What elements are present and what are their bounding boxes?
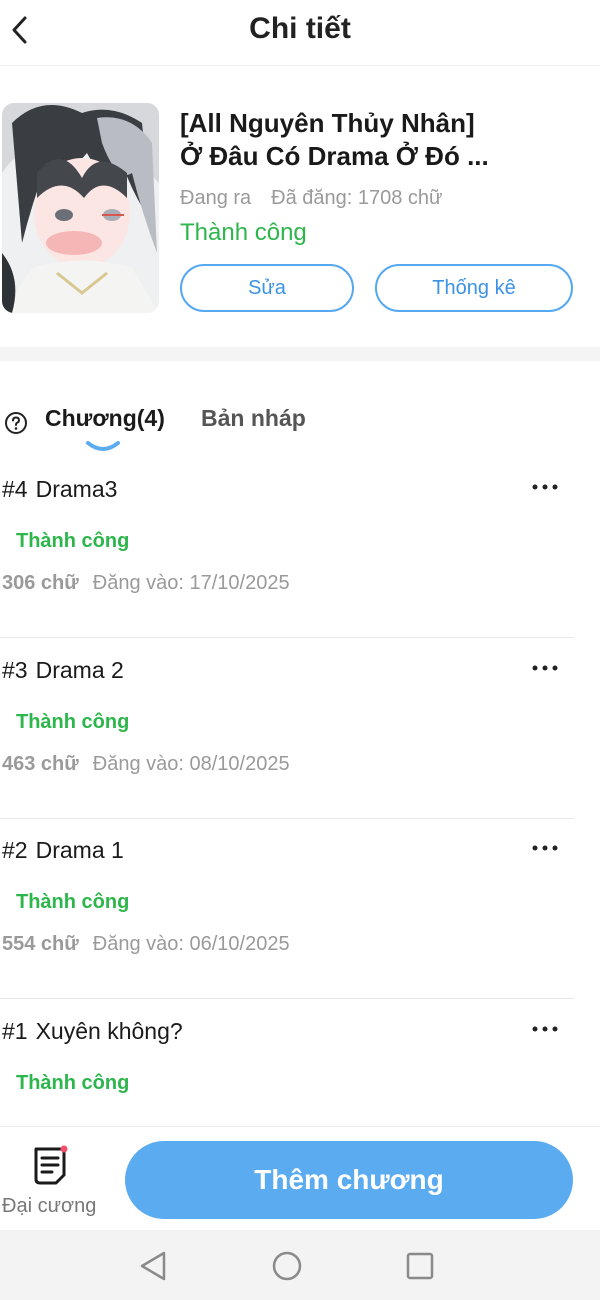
chapter-word-count: 306 chữ (2, 572, 79, 594)
more-options-button[interactable] (530, 833, 560, 863)
chapter-meta: 306 chữ Đăng vào: 17/10/2025 (2, 572, 290, 595)
bottom-action-bar: Đại cương Thêm chương (0, 1126, 600, 1230)
chapter-name: Drama3 (35, 476, 118, 502)
book-title-line1: [All Nguyên Thủy Nhân] (180, 108, 475, 138)
nav-home-icon[interactable] (269, 1248, 305, 1284)
chapter-status: Thành công (16, 891, 130, 913)
section-divider (0, 347, 600, 361)
outline-label: Đại cương (2, 1195, 97, 1217)
chapter-item[interactable]: #1 Xuyên không? Thành công (0, 1000, 574, 1126)
chapter-title: #4 Drama3 (2, 476, 117, 503)
chapter-number: #1 (2, 1018, 28, 1044)
nav-recents-icon[interactable] (402, 1248, 438, 1284)
chapter-status: Thành công (16, 530, 130, 552)
tab-chapters[interactable]: Chương(4) (45, 405, 165, 432)
book-meta: Đang ra Đã đăng: 1708 chữ (180, 187, 442, 210)
chapter-status: Thành công (16, 1072, 130, 1094)
book-cover[interactable] (2, 103, 159, 313)
outline-button[interactable]: Đại cương (0, 1143, 100, 1223)
chapter-meta: 554 chữ Đăng vào: 06/10/2025 (2, 933, 290, 956)
book-state: Đang ra (180, 187, 252, 209)
chapter-title: #1 Xuyên không? (2, 1018, 183, 1045)
book-status: Thành công (180, 219, 307, 246)
chapter-number: #4 (2, 476, 28, 502)
system-nav-bar (0, 1230, 600, 1300)
tab-drafts[interactable]: Bản nháp (201, 405, 306, 432)
chapter-date-label: Đăng vào: (92, 933, 184, 955)
more-options-button[interactable] (530, 1014, 560, 1044)
chapter-date: 17/10/2025 (189, 572, 290, 594)
chapter-name: Xuyên không? (35, 1018, 183, 1044)
notification-dot (60, 1145, 68, 1153)
chapter-word-count: 463 chữ (2, 753, 79, 775)
chapter-number: #2 (2, 837, 28, 863)
chapter-word-count: 554 chữ (2, 933, 79, 955)
help-icon[interactable] (4, 411, 28, 435)
cover-illustration (2, 103, 159, 313)
chapter-item[interactable]: #2 Drama 1 Thành công 554 chữ Đăng vào: 06… (0, 819, 574, 999)
page-title: Chi tiết (249, 12, 351, 45)
edit-button[interactable]: Sửa (180, 264, 354, 312)
more-horizontal-icon (532, 845, 558, 851)
more-options-button[interactable] (530, 653, 560, 683)
chapter-date: 06/10/2025 (189, 933, 290, 955)
chapter-date: 08/10/2025 (189, 753, 290, 775)
chapter-number: #3 (2, 657, 28, 683)
chapter-item[interactable]: #4 Drama3 Thành công 306 chữ Đăng vào: 17/… (0, 458, 574, 638)
chapter-title: #3 Drama 2 (2, 657, 124, 684)
more-horizontal-icon (532, 484, 558, 490)
chapter-status: Thành công (16, 711, 130, 733)
chapter-title: #2 Drama 1 (2, 837, 124, 864)
stats-button[interactable]: Thống kê (375, 264, 573, 312)
chapter-date-label: Đăng vào: (92, 572, 184, 594)
book-word-count: Đã đăng: 1708 chữ (271, 187, 443, 209)
more-options-button[interactable] (530, 472, 560, 502)
more-horizontal-icon (532, 1026, 558, 1032)
tab-bar: Chương(4) Bản nháp (0, 395, 600, 465)
top-bar: Chi tiết (0, 0, 600, 66)
chapter-name: Drama 2 (35, 657, 124, 683)
chapter-date-label: Đăng vào: (92, 753, 184, 775)
add-chapter-button[interactable]: Thêm chương (125, 1141, 573, 1219)
book-title: [All Nguyên Thủy Nhân] Ở Đâu Có Drama Ở … (180, 107, 590, 173)
chapter-item[interactable]: #3 Drama 2 Thành công 463 chữ Đăng vào: 08… (0, 639, 574, 819)
chapter-meta: 463 chữ Đăng vào: 08/10/2025 (2, 753, 290, 776)
nav-back-icon[interactable] (136, 1248, 172, 1284)
more-horizontal-icon (532, 665, 558, 671)
chapter-name: Drama 1 (35, 837, 124, 863)
active-tab-indicator (86, 441, 120, 451)
book-info: [All Nguyên Thủy Nhân] Ở Đâu Có Drama Ở … (0, 67, 600, 347)
book-title-line2: Ở Đâu Có Drama Ở Đó ... (180, 141, 489, 171)
outline-document-icon (34, 1145, 68, 1185)
